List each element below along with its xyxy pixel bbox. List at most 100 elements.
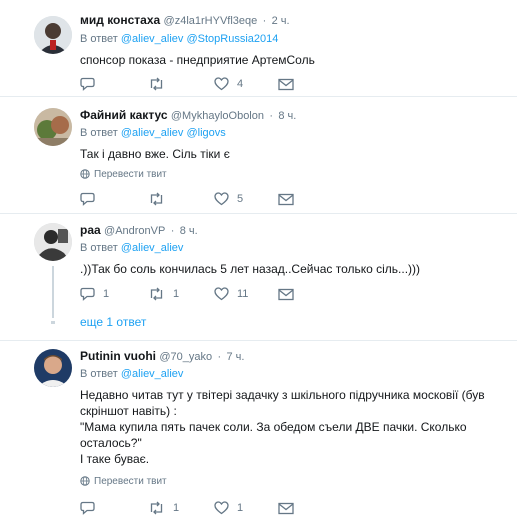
display-name[interactable]: Putinin vuohi [80, 349, 156, 363]
like-count: 4 [237, 78, 244, 90]
reply-prefix: В ответ [80, 127, 118, 139]
reply-icon [80, 77, 95, 91]
translate-label: Перевести твит [94, 476, 167, 487]
timestamp[interactable]: 7 ч. [226, 351, 244, 363]
tweet-4[interactable]: Putinin vuohi @70_yako · 7 ч. В ответ @a… [0, 341, 517, 522]
tweet-text: спонсор показа - пнедприятие АртемСоль [80, 52, 315, 68]
mention-link[interactable]: @aliev_aliev [121, 33, 184, 45]
retweet-icon [150, 287, 163, 301]
retweet-count: 1 [173, 288, 180, 300]
tweet-text-line: скріншот навіть) : [80, 404, 177, 418]
translate-link[interactable]: Перевести твит [80, 476, 167, 487]
reply-context: В ответ @aliev_aliev [80, 242, 183, 254]
reply-button[interactable]: 1 [80, 286, 109, 302]
reply-button[interactable] [80, 191, 95, 207]
tweet-header: раа @AndronVP · 8 ч. [80, 223, 198, 237]
timestamp[interactable]: 8 ч. [180, 225, 198, 237]
tweet-header: Файний кактус @MykhayloObolon · 8 ч. [80, 108, 297, 122]
reply-prefix: В ответ [80, 242, 118, 254]
reply-icon [80, 501, 95, 515]
like-button[interactable]: 5 [214, 191, 243, 207]
tweet-actions: 1 1 [80, 500, 380, 516]
user-handle[interactable]: @z4la1rHYVfl3eqe [164, 15, 258, 27]
display-name[interactable]: Файний кактус [80, 108, 168, 122]
tweet-actions: 1 1 11 [80, 286, 380, 302]
dm-button[interactable] [278, 76, 294, 92]
like-button[interactable]: 4 [214, 76, 243, 92]
tweet-2[interactable]: Файний кактус @MykhayloObolon · 8 ч. В о… [0, 97, 517, 214]
retweet-button[interactable] [148, 76, 165, 92]
translate-link[interactable]: Перевести твит [80, 169, 167, 180]
thread-connector [52, 266, 54, 318]
display-name[interactable]: мид констаха [80, 13, 160, 27]
tweet-header: мид констаха @z4la1rHYVfl3eqe · 2 ч. [80, 13, 290, 27]
mention-link[interactable]: @aliev_aliev [121, 242, 184, 254]
heart-icon [214, 501, 229, 515]
display-name[interactable]: раа [80, 223, 101, 237]
like-button[interactable]: 11 [214, 286, 248, 302]
tweet-actions: 5 [80, 191, 380, 207]
envelope-icon [278, 502, 294, 514]
tweet-1[interactable]: мид констаха @z4la1rHYVfl3eqe · 2 ч. В о… [0, 0, 517, 97]
tweet-text-line: Так і давно вже. Сіль тіки є [80, 147, 230, 161]
heart-icon [214, 192, 229, 206]
reply-context: В ответ @aliev_aliev @ligovs [80, 127, 226, 139]
mention-link[interactable]: @ligovs [186, 127, 225, 139]
tweet-text-line: спонсор показа - пнедприятие АртемСоль [80, 53, 315, 67]
retweet-icon [150, 501, 163, 515]
retweet-button[interactable]: 1 [148, 500, 179, 516]
mention-link[interactable]: @aliev_aliev [121, 127, 184, 139]
mention-link[interactable]: @aliev_aliev [121, 368, 184, 380]
reply-context: В ответ @aliev_aliev @StopRussia2014 [80, 33, 278, 45]
tweet-text-line: Недавно читав тут у твітері задачку з шк… [80, 388, 485, 402]
retweet-button[interactable] [148, 191, 165, 207]
timestamp[interactable]: 8 ч. [278, 110, 296, 122]
retweet-icon [150, 192, 163, 206]
user-handle[interactable]: @70_yako [159, 351, 212, 363]
reply-button[interactable] [80, 500, 95, 516]
like-button[interactable]: 1 [214, 500, 243, 516]
mention-link[interactable]: @StopRussia2014 [186, 33, 278, 45]
heart-icon [214, 287, 229, 301]
reply-prefix: В ответ [80, 33, 118, 45]
retweet-count: 1 [173, 502, 180, 514]
reply-button[interactable] [80, 76, 95, 92]
thread-connector [51, 321, 55, 324]
heart-icon [214, 77, 229, 91]
reply-icon [80, 192, 95, 206]
translate-label: Перевести твит [94, 169, 167, 180]
reply-icon [80, 287, 95, 301]
dm-button[interactable] [278, 500, 294, 516]
tweet-text-line: І таке буває. [80, 452, 150, 466]
tweet-text-line: .))Так бо соль кончилась 5 лет назад..Се… [80, 262, 421, 276]
tweet-actions: 4 [80, 76, 380, 92]
like-count: 11 [237, 288, 249, 300]
tweet-text-line: "Мама купила пять пачек соли. За обедом … [80, 420, 467, 434]
envelope-icon [278, 288, 294, 300]
user-handle[interactable]: @AndronVP [104, 225, 165, 237]
dm-button[interactable] [278, 286, 294, 302]
envelope-icon [278, 193, 294, 205]
envelope-icon [278, 78, 294, 90]
retweet-button[interactable]: 1 [148, 286, 179, 302]
tweet-3[interactable]: раа @AndronVP · 8 ч. В ответ @aliev_alie… [0, 214, 517, 341]
retweet-icon [150, 77, 163, 91]
tweet-text: Недавно читав тут у твітері задачку з шк… [80, 387, 485, 467]
like-count: 5 [237, 193, 244, 205]
reply-thread: мид констаха @z4la1rHYVfl3eqe · 2 ч. В о… [0, 0, 517, 522]
dm-button[interactable] [278, 191, 294, 207]
timestamp[interactable]: 2 ч. [272, 15, 290, 27]
avatar[interactable] [34, 108, 72, 146]
avatar[interactable] [34, 349, 72, 387]
globe-icon [80, 476, 90, 487]
avatar[interactable] [34, 223, 72, 261]
reply-prefix: В ответ [80, 368, 118, 380]
avatar[interactable] [34, 16, 72, 54]
tweet-text: .))Так бо соль кончилась 5 лет назад..Се… [80, 261, 420, 277]
like-count: 1 [237, 502, 244, 514]
reply-count: 1 [103, 288, 110, 300]
user-handle[interactable]: @MykhayloObolon [171, 110, 264, 122]
reply-context: В ответ @aliev_aliev [80, 368, 183, 380]
tweet-text: Так і давно вже. Сіль тіки є [80, 146, 230, 162]
show-more-replies-link[interactable]: еще 1 ответ [80, 315, 146, 329]
